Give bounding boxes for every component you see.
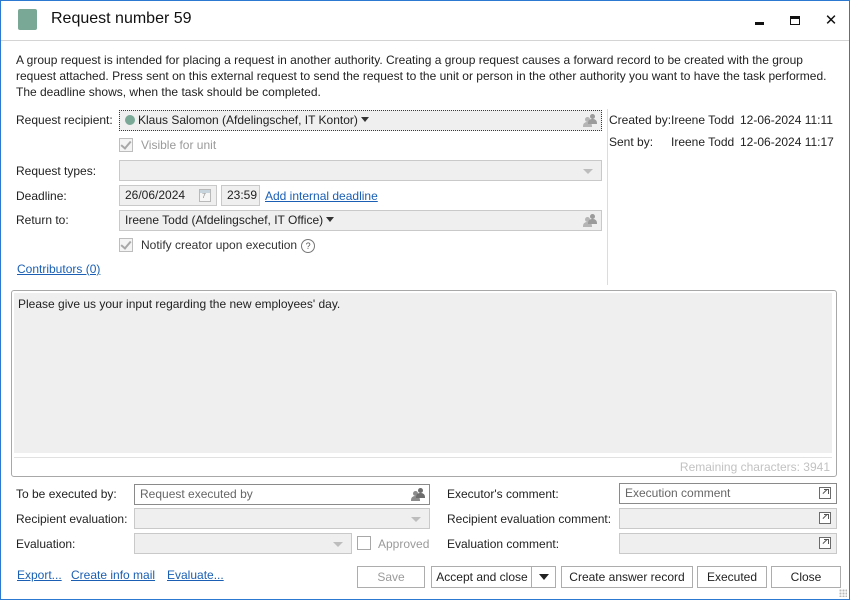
expand-icon[interactable] [819, 537, 831, 549]
visible-for-unit-checkbox[interactable] [119, 138, 133, 152]
people-picker-icon[interactable] [411, 488, 425, 501]
minimize-icon [754, 21, 764, 25]
evaluate-link[interactable]: Evaluate... [167, 568, 224, 582]
executed-by-label: To be executed by: [16, 487, 117, 501]
deadline-time-value: 23:59 [227, 188, 258, 202]
expand-icon[interactable] [819, 487, 831, 499]
sent-by-date: 12-06-2024 11:17 [740, 135, 834, 149]
evaluation-dropdown[interactable] [134, 533, 352, 554]
status-dot-icon [125, 115, 135, 125]
chevron-down-icon [411, 517, 421, 522]
deadline-date-value: 26/06/2024 [125, 188, 186, 202]
executor-comment-input[interactable]: Execution comment [619, 483, 837, 504]
intro-text: A group request is intended for placing … [16, 53, 827, 99]
window-title: Request number 59 [51, 10, 192, 27]
help-icon[interactable]: ? [301, 239, 316, 253]
chevron-down-icon [583, 169, 593, 174]
executor-comment-label: Executor's comment: [447, 487, 559, 501]
executed-by-placeholder: Request executed by [140, 487, 253, 501]
chevron-down-icon[interactable] [326, 217, 335, 222]
recipient-evaluation-label: Recipient evaluation: [16, 512, 128, 526]
approved-checkbox[interactable] [357, 536, 371, 550]
close-icon: ✕ [824, 10, 838, 29]
evaluation-comment-input[interactable] [619, 533, 837, 554]
deadline-date-input[interactable]: 26/06/2024 7 [119, 185, 217, 206]
sent-by-name: Ireene Todd [671, 135, 735, 149]
calendar-icon[interactable]: 7 [199, 189, 211, 202]
deadline-label: Deadline: [16, 189, 67, 203]
vertical-divider [607, 109, 608, 285]
request-recipient-label: Request recipient: [16, 113, 113, 127]
evaluation-comment-label: Evaluation comment: [447, 537, 560, 551]
message-panel: Please give us your input regarding the … [11, 290, 837, 477]
request-types-dropdown[interactable] [119, 160, 602, 181]
chevron-down-icon [333, 542, 343, 547]
people-picker-icon[interactable] [583, 114, 597, 127]
deadline-time-input[interactable]: 23:59 [221, 185, 260, 206]
close-window-button[interactable]: ✕ [817, 9, 845, 31]
people-picker-icon[interactable] [583, 214, 597, 227]
executor-comment-placeholder: Execution comment [625, 486, 731, 500]
evaluation-label: Evaluation: [16, 537, 76, 551]
expand-icon[interactable] [819, 512, 831, 524]
chevron-down-icon [538, 574, 549, 580]
message-textarea[interactable]: Please give us your input regarding the … [14, 293, 832, 453]
message-divider [14, 457, 832, 458]
return-to-value: Ireene Todd (Afdelingschef, IT Office) [125, 213, 324, 227]
notify-creator-checkbox[interactable] [119, 238, 133, 252]
approved-label: Approved [378, 537, 430, 551]
request-types-label: Request types: [16, 164, 97, 178]
create-info-mail-link[interactable]: Create info mail [71, 568, 155, 582]
chevron-down-icon[interactable] [360, 117, 369, 122]
request-recipient-field[interactable]: Klaus Salomon (Afdelingschef, IT Kontor) [119, 110, 602, 131]
export-link[interactable]: Export... [17, 568, 62, 582]
executed-button[interactable]: Executed [697, 566, 767, 588]
remaining-characters: Remaining characters: 3941 [679, 460, 830, 474]
maximize-icon [790, 15, 800, 25]
title-bar: Request number 59 ✕ [1, 1, 849, 41]
calendar-day: 7 [202, 193, 206, 200]
created-by-label: Created by: [609, 113, 672, 127]
return-to-field[interactable]: Ireene Todd (Afdelingschef, IT Office) [119, 210, 602, 231]
request-dialog: Request number 59 ✕ A group request is i… [0, 0, 850, 600]
save-button[interactable]: Save [357, 566, 425, 588]
minimize-button[interactable] [745, 9, 773, 31]
notify-creator-label: Notify creator upon execution [141, 238, 298, 252]
created-by-date: 12-06-2024 11:11 [740, 113, 833, 127]
add-internal-deadline-link[interactable]: Add internal deadline [265, 189, 378, 203]
maximize-button[interactable] [781, 9, 809, 31]
executed-by-input[interactable]: Request executed by [134, 484, 430, 505]
recipient-evaluation-comment-input[interactable] [619, 508, 837, 529]
close-button[interactable]: Close [771, 566, 841, 588]
return-to-label: Return to: [16, 213, 69, 227]
visible-for-unit-label: Visible for unit [141, 138, 217, 152]
created-by-name: Ireene Todd [671, 113, 735, 127]
app-icon [18, 9, 37, 30]
contributors-link[interactable]: Contributors (0) [17, 262, 100, 276]
resize-grip[interactable] [839, 589, 847, 597]
notify-creator-row: Notify creator upon execution? [141, 238, 316, 253]
request-recipient-value: Klaus Salomon (Afdelingschef, IT Kontor) [138, 113, 358, 127]
accept-and-close-button[interactable]: Accept and close [431, 566, 532, 588]
recipient-evaluation-dropdown[interactable] [134, 508, 430, 529]
recipient-evaluation-comment-label: Recipient evaluation comment: [447, 512, 612, 526]
accept-and-close-dropdown-button[interactable] [531, 566, 556, 588]
sent-by-label: Sent by: [609, 135, 654, 149]
create-answer-record-button[interactable]: Create answer record [561, 566, 693, 588]
